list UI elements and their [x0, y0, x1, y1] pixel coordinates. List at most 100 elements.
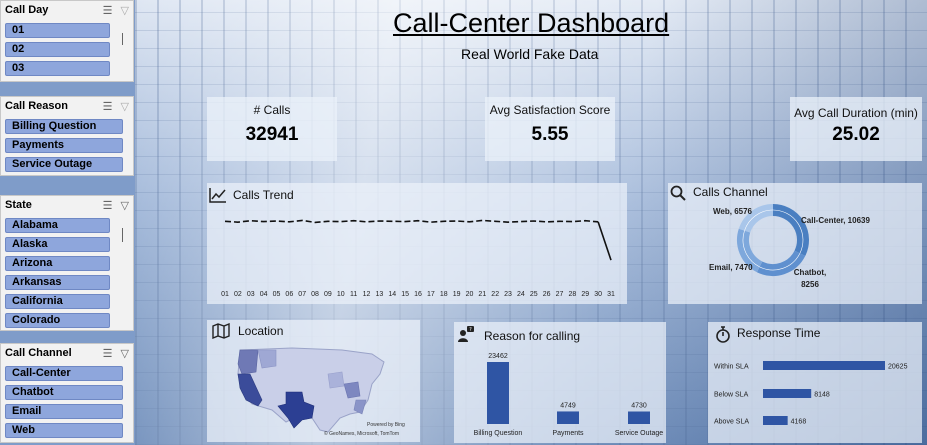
kpi-label: Avg Call Duration (min) [794, 106, 918, 120]
calls-trend-panel: Calls Trend 01 02 03 04 05 06 07 08 09 10 11 12 13 14… [207, 183, 627, 304]
clear-filter-icon[interactable]: ▽ [121, 100, 129, 113]
response-bar [763, 389, 812, 398]
response-bar [763, 361, 885, 370]
slicer-item[interactable]: Chatbot [5, 385, 123, 400]
bar-value-label: 4168 [791, 419, 807, 426]
x-tick-label: 06 [285, 291, 293, 298]
reason-bar [628, 411, 650, 424]
reason-bar [487, 362, 509, 424]
x-tick-label: 25 [530, 291, 538, 298]
slicer-item[interactable]: Web [5, 423, 123, 438]
slicer-title: Call Reason [5, 100, 68, 112]
x-tick-label: 08 [311, 291, 319, 298]
slicer-title: State [5, 199, 32, 211]
slicer-call-day: Call Day ☰ ▽ 01 02 03 [0, 0, 134, 82]
kpi-value: 32941 [245, 124, 299, 145]
clear-filter-icon[interactable]: ▽ [121, 347, 129, 360]
kpi-label: # Calls [253, 103, 291, 117]
x-tick-label: 30 [594, 291, 602, 298]
calls-trend-chart: 01 02 03 04 05 06 07 08 09 10 11 12 13 14 15 16 17 18 19 20… [221, 219, 615, 298]
slicer-item[interactable]: California [5, 294, 110, 309]
trend-line-end [597, 221, 612, 261]
y-tick-label: Above SLA [714, 419, 749, 426]
multi-select-icon[interactable]: ☰ [103, 100, 113, 113]
x-tick-label: 18 [440, 291, 448, 298]
page-title: Call-Center Dashboard [393, 8, 670, 38]
reason-bar [557, 411, 579, 424]
x-tick-label: 07 [298, 291, 306, 298]
bar-value-label: 20625 [888, 364, 908, 371]
reason-bar-chart: 23462 Billing Question 4749 Payments 4730 Ser… [474, 353, 664, 437]
slicer-item[interactable]: 01 [5, 23, 110, 38]
x-tick-label: Payments [552, 430, 584, 437]
bar-value-label: 8148 [814, 392, 830, 399]
multi-select-icon[interactable]: ☰ [103, 347, 113, 360]
slicer-state: State ☰ ▽ Alabama Alaska Arizona Arkansa… [0, 195, 134, 331]
slicer-item[interactable]: Arizona [5, 256, 110, 271]
x-tick-label: 16 [414, 291, 422, 298]
slice-label-web: Web, 6576 [713, 207, 753, 216]
x-tick-label: 22 [491, 291, 499, 298]
x-tick-label: 28 [569, 291, 577, 298]
x-tick-label: 19 [453, 291, 461, 298]
x-tick-label: 11 [350, 291, 357, 298]
slicer-item[interactable]: Service Outage [5, 157, 123, 172]
slice-label-call-center: Call-Center, 10639 [801, 216, 870, 225]
slicer-item[interactable]: Email [5, 404, 123, 419]
response-bar-chart: 20625 Within SLA 8148 Below SLA 4168 Above SL… [714, 361, 908, 426]
map-attribution-bing: Powered by Bing [367, 422, 405, 428]
slicer-item[interactable]: Colorado [5, 313, 110, 328]
x-tick-label: 04 [260, 291, 268, 298]
donut-slice [772, 204, 809, 256]
x-tick-label: 14 [388, 291, 396, 298]
location-panel: Location Powered by Bing © GeoNames, Mic… [207, 320, 420, 442]
x-tick-label: 12 [363, 291, 371, 298]
slicer-title: Call Channel [5, 347, 72, 359]
calls-channel-panel: Calls Channel Call-Center, 10639 Chatbot,… [668, 183, 922, 304]
clear-filter-icon[interactable]: ▽ [121, 199, 129, 212]
x-tick-label: Billing Question [474, 430, 523, 437]
slice-label-chatbot: Chatbot, [794, 268, 826, 277]
trend-line [224, 219, 599, 224]
x-tick-label: 21 [478, 291, 486, 298]
slicer-item[interactable]: Arkansas [5, 275, 110, 290]
clear-filter-icon[interactable]: ▽ [121, 4, 129, 17]
slicer-item[interactable]: Billing Question [5, 119, 123, 134]
map-icon [212, 323, 230, 339]
slicer-title: Call Day [5, 4, 49, 16]
multi-select-icon[interactable]: ☰ [103, 199, 113, 212]
scrollbar[interactable] [122, 228, 123, 242]
x-tick-label: 13 [376, 291, 384, 298]
multi-select-icon[interactable]: ☰ [103, 4, 113, 17]
slicer-item[interactable]: Alabama [5, 218, 110, 233]
x-tick-label: 23 [504, 291, 512, 298]
slicer-item[interactable]: Payments [5, 138, 123, 153]
x-tick-label: 17 [427, 291, 435, 298]
x-tick-label: 15 [401, 291, 409, 298]
x-tick-label: 03 [247, 291, 255, 298]
kpi-card-duration: Avg Call Duration (min) 25.02 [790, 97, 922, 161]
y-tick-label: Below SLA [714, 392, 749, 399]
kpi-value: 5.55 [531, 124, 569, 145]
x-tick-label: 31 [607, 291, 615, 298]
slicer-item[interactable]: 02 [5, 42, 110, 57]
bar-value-label: 4749 [560, 402, 576, 409]
response-bar [763, 416, 788, 425]
scrollbar[interactable] [122, 33, 123, 45]
map-attribution-credits: © GeoNames, Microsoft, TomTom [324, 431, 399, 437]
bar-value-label: 23462 [488, 353, 508, 360]
x-tick-label: 26 [543, 291, 551, 298]
slicer-item[interactable]: Call-Center [5, 366, 123, 381]
kpi-card-satisfaction: Avg Satisfaction Score 5.55 [485, 97, 615, 161]
slicer-item[interactable]: 03 [5, 61, 110, 76]
y-tick-label: Within SLA [714, 364, 749, 371]
panel-title: Location [238, 324, 284, 338]
page-subtitle: Real World Fake Data [461, 46, 599, 62]
kpi-value: 25.02 [832, 124, 880, 145]
x-tick-label: 29 [581, 291, 589, 298]
slicer-item[interactable]: Alaska [5, 237, 110, 252]
x-tick-label: 27 [556, 291, 564, 298]
slicer-call-channel: Call Channel ☰ ▽ Call-Center Chatbot Ema… [0, 343, 134, 443]
x-tick-label: 09 [324, 291, 332, 298]
kpi-card-calls: # Calls 32941 [207, 97, 337, 161]
